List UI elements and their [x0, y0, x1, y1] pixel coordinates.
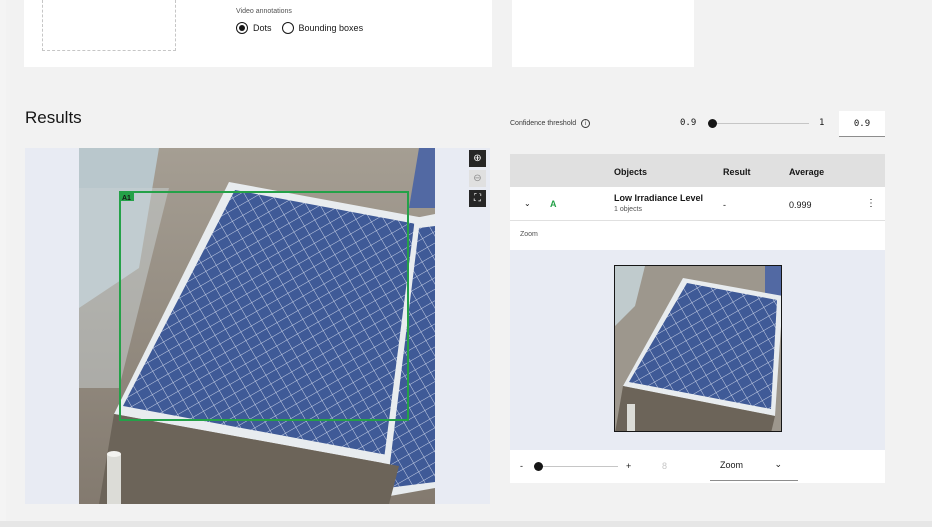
box-label: A1 — [122, 195, 131, 202]
zoom-thumbnail-picture — [615, 266, 781, 431]
zoom-select-value: Zoom — [720, 460, 744, 470]
zoom-thumbnail — [614, 265, 782, 432]
expand-chevron-icon[interactable]: ⌄ — [524, 199, 531, 208]
zoom-preview-panel — [510, 250, 885, 450]
table-header: Objects Result Average — [510, 154, 885, 187]
upload-card: Video annotations Dots Bounding boxes — [24, 0, 492, 67]
overflow-menu-icon[interactable]: ⋮ — [866, 198, 876, 209]
fit-to-screen-icon[interactable]: ⛶ — [469, 190, 486, 207]
slider-handle[interactable] — [708, 119, 717, 128]
header-objects: Objects — [614, 167, 648, 177]
object-tag: A — [550, 199, 557, 209]
confidence-threshold-label: Confidence threshold i — [510, 119, 591, 128]
slider-min-value: 0.9 — [680, 118, 697, 128]
zoom-row-label: Zoom — [520, 231, 538, 238]
header-result: Result — [723, 167, 751, 177]
info-icon[interactable]: i — [581, 119, 591, 128]
annotation-type-radio-group: Dots Bounding boxes — [236, 22, 373, 34]
solar-panel-image: A1 — [79, 148, 435, 504]
confidence-slider[interactable] — [708, 119, 809, 128]
object-average: 0.999 — [789, 200, 812, 210]
results-table: Objects Result Average ⌄ A Low Irradianc… — [510, 154, 885, 483]
object-name: Low Irradiance Level — [614, 193, 704, 203]
zoom-value: 8 — [662, 461, 668, 471]
chevron-down-icon: ⌄ — [774, 459, 782, 469]
zoom-in-icon[interactable]: ⊕ — [469, 150, 486, 167]
table-row[interactable]: ⌄ A Low Irradiance Level 1 objects - 0.9… — [510, 187, 885, 221]
results-title: Results — [25, 108, 82, 127]
zoom-select[interactable]: Zoom ⌄ — [710, 450, 798, 481]
zoom-slider-handle[interactable] — [534, 462, 543, 471]
header-average: Average — [789, 167, 825, 177]
confidence-value-input[interactable]: 0.9 — [839, 111, 885, 137]
zoom-out-icon[interactable]: ⊖ — [469, 170, 486, 187]
image-viewer: A1 ⊕ ⊖ ⛶ — [25, 148, 490, 504]
dots-radio[interactable] — [236, 22, 248, 34]
dots-radio-label[interactable]: Dots — [253, 23, 272, 33]
bounding-boxes-radio[interactable] — [281, 22, 294, 34]
zoom-minus-button[interactable]: - — [520, 461, 523, 471]
zoom-row: Zoom — [510, 221, 885, 250]
confidence-threshold-text: Confidence threshold — [510, 120, 577, 127]
slider-max-value: 1 — [819, 118, 825, 128]
preview-card — [512, 0, 694, 67]
bounding-boxes-radio-label[interactable]: Bounding boxes — [299, 23, 364, 33]
zoom-slider[interactable] — [534, 462, 618, 471]
object-result: - — [723, 200, 726, 210]
zoom-controls: - + 8 Zoom ⌄ — [510, 450, 885, 483]
solar-panel-picture: A1 — [79, 148, 435, 504]
dropzone[interactable] — [42, 0, 176, 51]
bottom-edge — [0, 521, 932, 527]
video-annotations-label: Video annotations — [236, 8, 292, 15]
object-count: 1 objects — [614, 206, 643, 213]
zoom-plus-button[interactable]: + — [626, 461, 631, 471]
